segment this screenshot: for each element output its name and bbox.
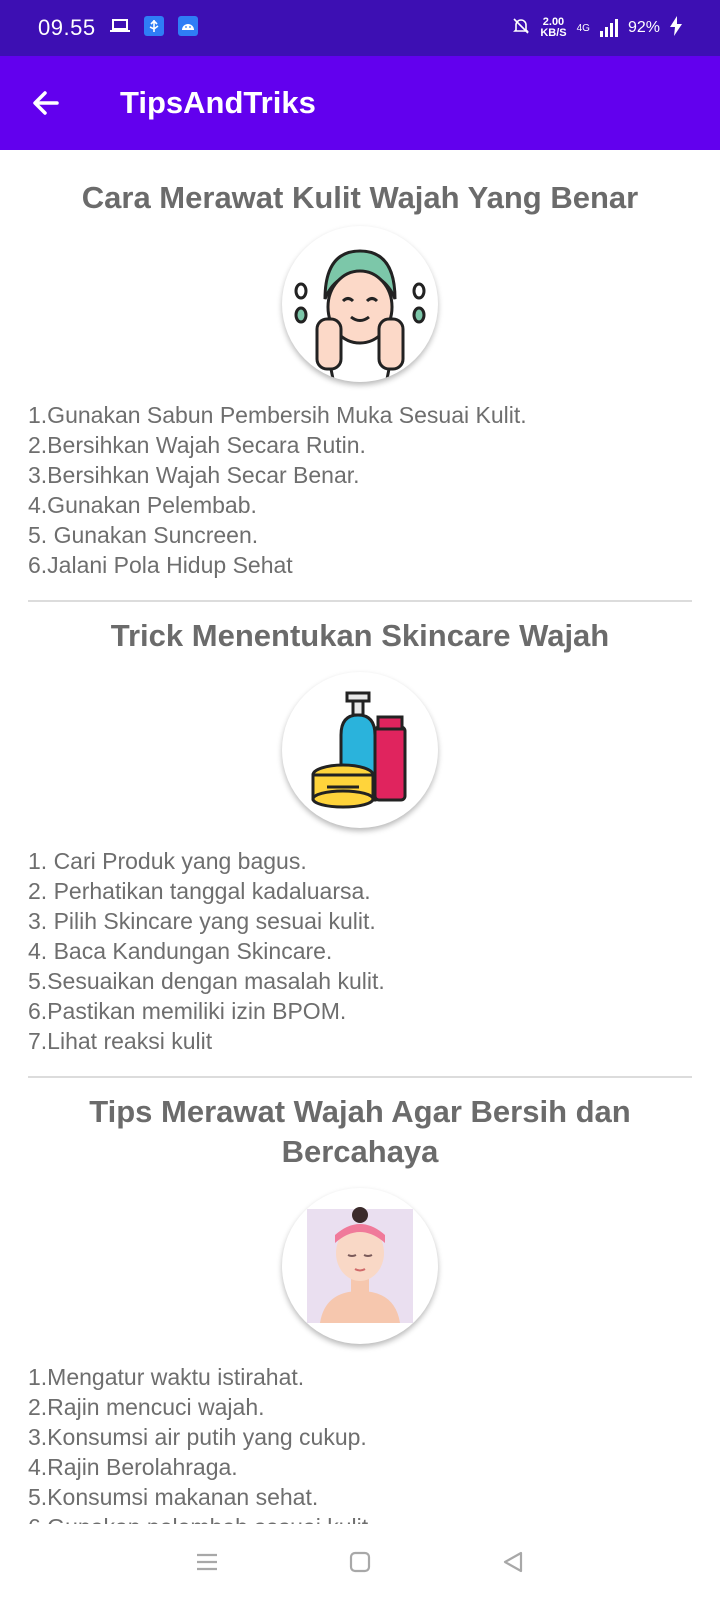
system-back-button[interactable] — [493, 1542, 533, 1582]
section-skincare-trick: Trick Menentukan Skincare Wajah 1. Cari … — [28, 616, 692, 1056]
list-item: 4.Rajin Berolahraga. — [28, 1454, 238, 1480]
home-square-icon — [349, 1551, 371, 1573]
section-clean-glow: Tips Merawat Wajah Agar Bersih dan Berca… — [28, 1092, 692, 1524]
tips-list: 1.Mengatur waktu istirahat. 2.Rajin menc… — [28, 1362, 692, 1524]
list-item: 5.Sesuaikan dengan masalah kulit. — [28, 968, 385, 994]
charging-bolt-icon — [670, 15, 682, 41]
list-item: 6.Jalani Pola Hidup Sehat — [28, 552, 293, 578]
list-item: 2.Bersihkan Wajah Secara Rutin. — [28, 432, 366, 458]
network-type: 4G — [576, 22, 590, 34]
section-skin-care: Cara Merawat Kulit Wajah Yang Benar 1.Gu… — [28, 150, 692, 580]
list-item: 1. Cari Produk yang bagus. — [28, 848, 307, 874]
android-icon — [177, 15, 198, 41]
tips-list: 1.Gunakan Sabun Pembersih Muka Sesuai Ku… — [28, 400, 692, 580]
signal-icon — [599, 19, 618, 37]
status-right: 2.00 KB/S 4G 92% — [512, 15, 682, 41]
mute-notification-icon — [512, 17, 530, 40]
arrow-left-icon — [33, 91, 59, 115]
status-bar: 09.55 2.00 KB/S 4G 92% — [0, 0, 720, 56]
list-item: 6.Pastikan memiliki izin BPOM. — [28, 998, 347, 1024]
list-item: 3. Pilih Skincare yang sesuai kulit. — [28, 908, 376, 934]
battery-percentage: 92% — [627, 19, 660, 36]
list-item: 5. Gunakan Suncreen. — [28, 522, 259, 548]
tips-list: 1. Cari Produk yang bagus. 2. Perhatikan… — [28, 846, 692, 1056]
list-item: 2. Perhatikan tanggal kadaluarsa. — [28, 878, 371, 904]
list-item: 4. Baca Kandungan Skincare. — [28, 938, 333, 964]
divider — [28, 600, 692, 602]
back-button[interactable] — [22, 79, 70, 127]
list-item: 3.Bersihkan Wajah Secar Benar. — [28, 462, 360, 488]
home-button[interactable] — [340, 1542, 380, 1582]
section-title: Cara Merawat Kulit Wajah Yang Benar — [81, 180, 639, 215]
recent-apps-button[interactable] — [187, 1542, 227, 1582]
list-item: 5.Konsumsi makanan sehat. — [28, 1484, 319, 1510]
section-title: Trick Menentukan Skincare Wajah — [110, 618, 610, 653]
network-speed: 2.00 KB/S — [540, 17, 566, 39]
list-item: 6.Gunakan pelembab sesuai kulit — [28, 1512, 692, 1524]
divider — [28, 1076, 692, 1078]
network-speed-unit: KB/S — [540, 27, 567, 39]
app-bar: TipsAndTriks — [0, 56, 720, 150]
list-item: 3.Konsumsi air putih yang cukup. — [28, 1424, 367, 1450]
menu-icon — [196, 1553, 217, 1571]
app-title: TipsAndTriks — [120, 85, 316, 120]
list-item: 1.Gunakan Sabun Pembersih Muka Sesuai Ku… — [28, 402, 527, 428]
list-item: 2.Rajin mencuci wajah. — [28, 1394, 265, 1420]
list-item: 7.Lihat reaksi kulit — [28, 1028, 213, 1054]
status-time: 09.55 — [38, 15, 96, 40]
list-item: 4.Gunakan Pelembab. — [28, 492, 257, 518]
face-washing-icon — [282, 226, 438, 382]
skincare-products-icon — [282, 672, 438, 828]
status-left: 09.55 — [38, 15, 198, 41]
usb-icon — [143, 15, 164, 41]
section-title: Tips Merawat Wajah Agar Bersih dan Berca… — [89, 1094, 631, 1169]
laptop-icon — [109, 18, 130, 39]
list-item: 1.Mengatur waktu istirahat. — [28, 1364, 305, 1390]
back-triangle-icon — [504, 1551, 523, 1573]
content-scroll[interactable]: Cara Merawat Kulit Wajah Yang Benar 1.Gu… — [0, 150, 720, 1524]
woman-headband-icon — [282, 1188, 438, 1344]
system-nav-bar — [0, 1524, 720, 1600]
